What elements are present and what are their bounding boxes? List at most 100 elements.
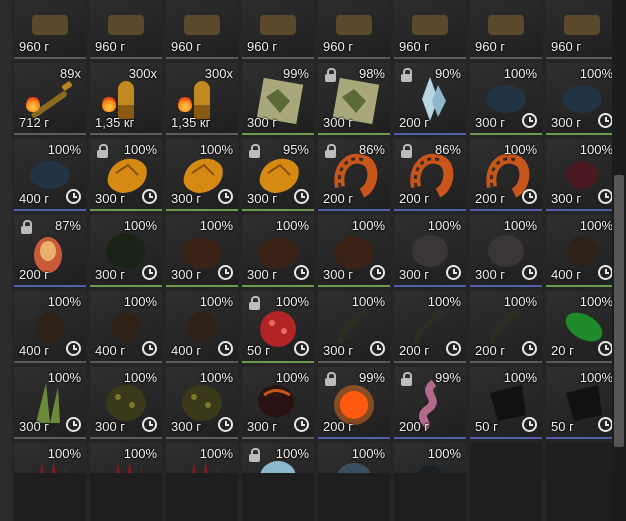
item-count-or-durability: 100%	[275, 446, 309, 461]
inventory-slot[interactable]: 100% 300 г	[394, 215, 466, 287]
item-count-or-durability: 86%	[434, 142, 461, 157]
scrollbar-thumb[interactable]	[614, 175, 624, 447]
inventory-slot[interactable]: 100% 400 г	[90, 291, 162, 363]
item-weight: 300 г	[323, 343, 354, 358]
inventory-slot[interactable]: 100% 400 г	[166, 291, 238, 363]
inventory-slot[interactable]: 960 г	[470, 0, 542, 59]
inventory-slot[interactable]: 100% 300 г	[90, 139, 162, 211]
item-weight: 960 г	[399, 39, 430, 54]
inventory-slot[interactable]: 100% 300 г	[470, 215, 542, 287]
empty-slot	[14, 473, 86, 521]
inventory-slot[interactable]: 98% 300 г	[318, 63, 390, 135]
lock-icon	[97, 144, 108, 158]
inventory-slot[interactable]: 100% 50 г	[546, 367, 618, 439]
inventory-slot[interactable]: 960 г	[166, 0, 238, 59]
inventory-slot[interactable]: 100% 300 г	[166, 367, 238, 439]
inventory-slot[interactable]: 100% 400 г	[546, 215, 618, 287]
clock-icon	[142, 417, 157, 432]
item-weight: 200 г	[323, 191, 354, 206]
empty-slot	[166, 473, 238, 521]
item-count-or-durability: 98%	[358, 66, 385, 81]
item-count-or-durability: 100%	[199, 294, 233, 309]
clock-icon	[522, 341, 537, 356]
item-count-or-durability: 90%	[434, 66, 461, 81]
item-count-or-durability: 100%	[47, 294, 81, 309]
item-weight: 300 г	[247, 267, 278, 282]
item-count-or-durability: 100%	[427, 446, 461, 461]
item-weight: 960 г	[551, 39, 582, 54]
lock-icon	[401, 372, 412, 386]
inventory-slot[interactable]: 87% 200 г	[14, 215, 86, 287]
lock-icon	[401, 68, 412, 82]
item-count-or-durability: 100%	[579, 370, 613, 385]
inventory-slot[interactable]: 300x 1,35 кг	[90, 63, 162, 135]
inventory-slot[interactable]: 99% 200 г	[318, 367, 390, 439]
inventory-slot[interactable]: 89x 712 г	[14, 63, 86, 135]
inventory-slot[interactable]: 100% 300 г	[166, 139, 238, 211]
empty-slot	[470, 473, 542, 521]
item-count-or-durability: 100%	[351, 218, 385, 233]
inventory-slot[interactable]: 100% 300 г	[166, 215, 238, 287]
clock-icon	[142, 341, 157, 356]
inventory-slot[interactable]: 300x 1,35 кг	[166, 63, 238, 135]
item-count-or-durability: 100%	[199, 446, 233, 461]
inventory-slot[interactable]: 99% 200 г	[394, 367, 466, 439]
inventory-slot[interactable]: 960 г	[242, 0, 314, 59]
item-weight: 300 г	[399, 267, 430, 282]
empty-slot	[546, 473, 618, 521]
inventory-slot[interactable]: 99% 300 г	[242, 63, 314, 135]
item-count-or-durability: 300x	[128, 66, 157, 81]
inventory-slot[interactable]: 100% 20 г	[546, 291, 618, 363]
clock-icon	[66, 189, 81, 204]
inventory-slot[interactable]: 100% 400 г	[14, 291, 86, 363]
inventory-slot[interactable]: 100% 50 г	[470, 367, 542, 439]
inventory-slot[interactable]: 100% 300 г	[90, 367, 162, 439]
inventory-slot[interactable]: 100% 300 г	[546, 139, 618, 211]
inventory-slot[interactable]: 90% 200 г	[394, 63, 466, 135]
scrollbar-track[interactable]	[612, 0, 626, 521]
inventory-slot[interactable]: 100% 200 г	[470, 139, 542, 211]
inventory-slot[interactable]: 100% 300 г	[318, 215, 390, 287]
item-weight: 200 г	[475, 191, 506, 206]
clock-icon	[522, 265, 537, 280]
inventory-slot[interactable]: 960 г	[546, 0, 618, 59]
lock-icon	[401, 144, 412, 158]
item-count-or-durability: 100%	[427, 218, 461, 233]
item-weight: 300 г	[551, 191, 582, 206]
clock-icon	[294, 417, 309, 432]
item-weight: 400 г	[19, 191, 50, 206]
inventory-slot[interactable]: 95% 300 г	[242, 139, 314, 211]
inventory-slot[interactable]: 100% 300 г	[546, 63, 618, 135]
inventory-slot[interactable]: 100% 300 г	[14, 367, 86, 439]
item-weight: 400 г	[19, 343, 50, 358]
clock-icon	[598, 341, 613, 356]
inventory-slot[interactable]: 100% 300 г	[242, 367, 314, 439]
inventory-slot[interactable]: 960 г	[394, 0, 466, 59]
item-count-or-durability: 100%	[199, 142, 233, 157]
inventory-slot[interactable]: 100% 400 г	[14, 139, 86, 211]
lock-icon	[249, 448, 260, 462]
inventory-slot[interactable]: 960 г	[90, 0, 162, 59]
item-weight: 200 г	[323, 419, 354, 434]
inventory-slot[interactable]: 100% 300 г	[318, 291, 390, 363]
item-weight: 300 г	[171, 191, 202, 206]
item-weight: 200 г	[399, 419, 430, 434]
inventory-slot[interactable]: 100% 200 г	[394, 291, 466, 363]
item-weight: 712 г	[19, 115, 50, 130]
item-count-or-durability: 100%	[579, 294, 613, 309]
item-count-or-durability: 100%	[503, 66, 537, 81]
inventory-slot[interactable]: 100% 300 г	[90, 215, 162, 287]
lock-icon	[249, 144, 260, 158]
inventory-slot[interactable]: 86% 200 г	[318, 139, 390, 211]
inventory-slot[interactable]: 960 г	[14, 0, 86, 59]
inventory-slot[interactable]: 960 г	[318, 0, 390, 59]
inventory-slot[interactable]: 100% 300 г	[242, 215, 314, 287]
inventory-slot[interactable]: 100% 50 г	[242, 291, 314, 363]
item-weight: 200 г	[19, 267, 50, 282]
item-weight: 200 г	[399, 115, 430, 130]
inventory-slot[interactable]: 86% 200 г	[394, 139, 466, 211]
item-count-or-durability: 100%	[351, 294, 385, 309]
empty-slot	[318, 473, 390, 521]
inventory-slot[interactable]: 100% 200 г	[470, 291, 542, 363]
inventory-slot[interactable]: 100% 300 г	[470, 63, 542, 135]
